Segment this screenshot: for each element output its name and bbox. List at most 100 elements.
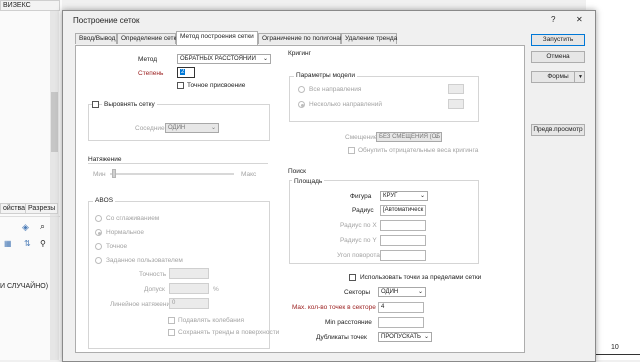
cancel-button[interactable]: Отмена (531, 51, 585, 63)
tension-max-label: Макс (241, 171, 257, 178)
radius-x-field[interactable] (380, 220, 426, 231)
abos-title: ABOS (93, 197, 116, 204)
smooth-grid-checkbox[interactable] (92, 101, 99, 108)
forms-button[interactable]: Формы ▼ (531, 71, 585, 83)
background-scrollbar[interactable] (50, 0, 59, 360)
chevron-down-icon: ⌄ (423, 334, 429, 340)
kriging-group: Кригинг Параметры модели Все направления… (288, 50, 486, 157)
sectors-select[interactable]: ОДИН ⌄ (378, 287, 426, 297)
angle-field[interactable] (380, 250, 426, 261)
background-scrollbar-thumb[interactable] (51, 92, 58, 152)
abos-linear-field[interactable]: 0 (169, 298, 209, 309)
chevron-down-icon: ⌄ (210, 125, 216, 131)
offset-select[interactable]: БЕЗ СМЕЩЕНИЯ (ОБ ⌄ (376, 132, 442, 142)
exact-assign-checkbox[interactable] (177, 82, 184, 89)
multi-directions-edit[interactable] (448, 99, 464, 109)
multi-directions-radio[interactable] (298, 101, 305, 108)
abos-linear-label: Линейное натяжение (110, 301, 174, 308)
abos-smoothing-radio[interactable] (95, 215, 102, 222)
tab-grid-method[interactable]: Метод построения сетки (176, 31, 258, 45)
exact-assign-label: Точное присвоение (187, 82, 246, 89)
search-group: Поиск Площадь Фигура КРУГ ⌄ Радиус [Автом… (288, 168, 486, 348)
area-group: Площадь Фигура КРУГ ⌄ Радиус [Автоматичес… (289, 178, 479, 264)
tension-group: Натяжение Мин Макс (88, 156, 268, 186)
run-button[interactable]: Запустить (531, 34, 585, 46)
chevron-down-icon: ⌄ (433, 134, 439, 140)
use-outside-checkbox[interactable] (349, 274, 356, 281)
abos-exact-radio[interactable] (95, 243, 102, 250)
background-sections-tab[interactable]: Разрезы (25, 203, 59, 214)
abos-tolerance-label: Допуск (144, 286, 165, 293)
use-outside-label: Использовать точки за пределами сетки (360, 274, 482, 281)
radius-y-label: Радиус по Y (340, 237, 377, 244)
tab-polygon-limit[interactable]: Ограничение по полигонам (258, 33, 344, 44)
multi-directions-label: Несколько направлений (309, 101, 382, 108)
tab-grid-definition[interactable]: Определение сетки (117, 33, 180, 44)
zero-negative-label: Обнулить отрицательные веса кригинга (358, 147, 479, 154)
tension-slider-track[interactable] (110, 173, 234, 175)
sort-icon[interactable]: ⇅ (24, 239, 31, 248)
search-title: Поиск (288, 168, 307, 175)
abos-normal-radio[interactable] (95, 229, 102, 236)
all-directions-radio[interactable] (298, 86, 305, 93)
model-params-group: Параметры модели Все направления Несколь… (289, 72, 479, 122)
zero-negative-checkbox[interactable] (348, 147, 355, 154)
close-button[interactable]: ✕ (576, 15, 583, 24)
grid-icon[interactable]: ▦ (4, 239, 12, 248)
method-select[interactable]: ОБРАТНЫХ РАССТОЯНИЙ ⌄ (177, 54, 271, 64)
shape-select[interactable]: КРУГ ⌄ (380, 191, 428, 201)
model-params-title: Параметры модели (294, 72, 358, 79)
tab-trend-removal[interactable]: Удаление тренда (341, 33, 397, 44)
angle-label: Угол поворота (337, 252, 380, 259)
radius-x-label: Радиус по X (340, 222, 377, 229)
filter-icon[interactable]: ⚲ (40, 239, 46, 248)
max-points-field[interactable]: 4 (378, 302, 424, 313)
duplicates-label: Дубликаты точек (316, 334, 367, 341)
power-field[interactable]: 2 (177, 67, 195, 78)
neighbors-label: Соседние (135, 125, 165, 132)
search-icon[interactable]: ⌕ (40, 221, 45, 232)
abos-custom-label: Заданное пользователем (106, 257, 183, 264)
radius-field[interactable]: [Автоматическ (380, 205, 426, 216)
smooth-grid-label: Выровнять сетку (102, 101, 157, 108)
percent-label: % (213, 286, 219, 293)
tension-slider-thumb[interactable] (112, 169, 116, 178)
chevron-down-icon: ⌄ (417, 289, 423, 295)
abos-smoothing-label: Со сглаживанием (106, 215, 160, 222)
keep-trends-checkbox[interactable] (168, 329, 175, 336)
all-directions-edit[interactable] (448, 84, 464, 94)
tab-input-output[interactable]: Ввод/Вывод (75, 33, 117, 44)
abos-accuracy-label: Точность (139, 271, 167, 278)
abos-normal-label: Нормальное (106, 229, 145, 236)
offset-label: Смещение (345, 134, 378, 141)
ruler-line (592, 354, 640, 355)
neighbors-select[interactable]: ОДИН ⌄ (165, 123, 219, 133)
kriging-title: Кригинг (288, 50, 311, 57)
tension-divider (88, 163, 268, 164)
background-toolbar: ◈ ⌕ ▦ ⇅ ⚲ (0, 216, 60, 255)
abos-custom-radio[interactable] (95, 257, 102, 264)
chevron-down-icon: ⌄ (262, 56, 268, 62)
layers-icon[interactable]: ◈ (22, 222, 29, 233)
tension-title: Натяжение (88, 156, 122, 163)
min-distance-label: Min расстояние (325, 319, 372, 326)
method-label: Метод (138, 56, 158, 63)
max-points-label: Max. кол-во точек в секторе (292, 304, 376, 311)
radius-y-field[interactable] (380, 235, 426, 246)
abos-tolerance-field[interactable] (169, 283, 209, 294)
background-tab[interactable]: ВИЗЕКС (0, 0, 60, 11)
abos-accuracy-field[interactable] (169, 268, 209, 279)
method-panel: Метод ОБРАТНЫХ РАССТОЯНИЙ ⌄ Степень 2 Точ… (75, 45, 525, 353)
chevron-down-icon: ⌄ (419, 193, 425, 199)
forms-button-label: Формы (547, 73, 569, 80)
area-title: Площадь (292, 178, 325, 185)
min-distance-field[interactable] (378, 317, 424, 328)
background-properties-tab[interactable]: ойства (0, 203, 29, 214)
grid-builder-dialog: Построение сеток ? ✕ Ввод/Вывод Определе… (62, 10, 596, 362)
preview-button[interactable]: Предв.просмотр (531, 124, 585, 136)
dampen-checkbox[interactable] (168, 317, 175, 324)
duplicates-select[interactable]: ПРОПУСКАТЬ ⌄ (378, 332, 432, 342)
abos-group: ABOS Со сглаживанием Нормальное Точное З… (88, 197, 279, 349)
help-button[interactable]: ? (551, 15, 555, 24)
dialog-title: Построение сеток (73, 16, 140, 25)
